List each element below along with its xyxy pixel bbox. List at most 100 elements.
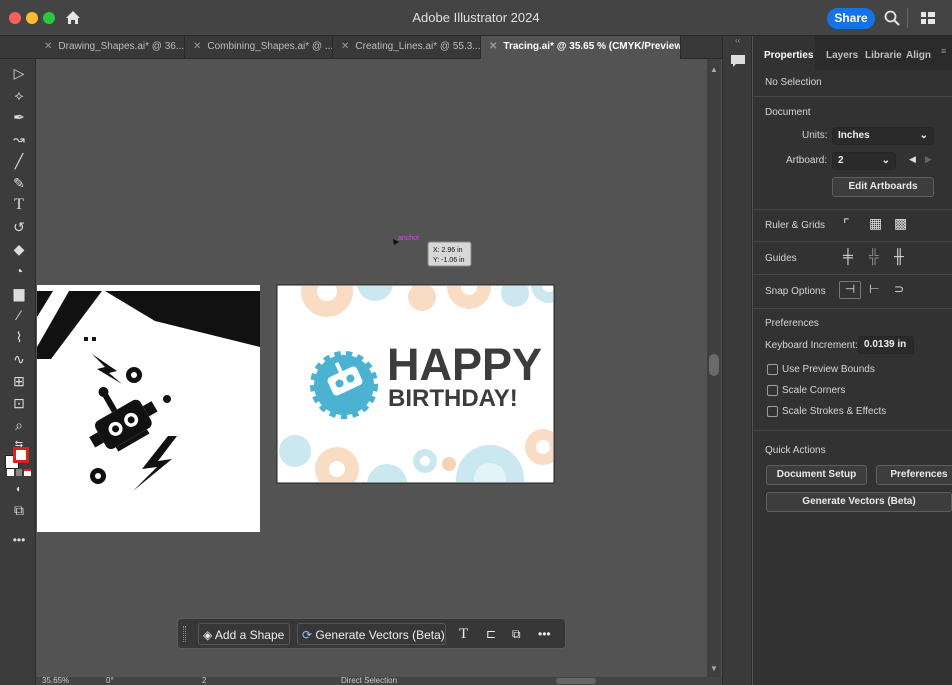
none-mode-button[interactable] — [24, 469, 32, 476]
scroll-up-icon[interactable]: ▲ — [710, 65, 718, 74]
close-tab-icon[interactable]: ✕ — [44, 36, 52, 58]
card-line-2: BIRTHDAY! — [388, 385, 518, 412]
canvas-area[interactable]: HAPPY BIRTHDAY! anchor X: 2.96 in Y: -1.… — [37, 59, 707, 679]
units-dropdown[interactable]: Inches ⌄ — [832, 127, 934, 145]
tab-tracing[interactable]: ✕ Tracing.ai* @ 35.65 % (CMYK/Preview) — [481, 36, 681, 59]
workspace-switcher-icon[interactable] — [921, 12, 935, 24]
vertical-scrollbar[interactable]: ▲ ▼ — [707, 59, 721, 677]
shape-builder-tool-icon[interactable]: ◔ — [8, 262, 30, 280]
rotation-value[interactable]: 0° — [106, 676, 114, 685]
artboard-tool-icon[interactable]: ⊡ — [8, 394, 30, 412]
keyboard-increment-input[interactable]: 0.0139 in — [858, 336, 914, 354]
anchor-smart-guide: anchor — [398, 235, 420, 242]
pen-tool-icon[interactable]: ✒ — [8, 108, 30, 126]
divider — [753, 308, 952, 309]
snap-to-glyph-icon[interactable]: ⊃ — [894, 282, 904, 296]
ruler-grids-label: Ruler & Grids — [765, 220, 826, 231]
close-tab-icon[interactable]: ✕ — [341, 36, 349, 58]
divider — [753, 274, 952, 275]
gear-robot-logo — [310, 351, 378, 419]
scale-corners-label: Scale Corners — [782, 385, 846, 396]
zoom-tool-icon[interactable]: ⌕ — [8, 416, 30, 434]
document-heading: Document — [765, 107, 811, 118]
close-tab-icon[interactable]: ✕ — [489, 36, 497, 58]
stroke-swatch[interactable] — [13, 447, 29, 463]
next-artboard-icon[interactable]: ▶ — [925, 154, 932, 165]
ruler-icon[interactable]: ⌜ — [843, 216, 850, 233]
eraser-tool-icon[interactable]: ◆ — [8, 240, 30, 258]
tab-drawing-shapes[interactable]: ✕ Drawing_Shapes.ai* @ 36... — [36, 36, 185, 59]
type-tool-icon[interactable]: T — [8, 196, 30, 214]
document-tab-bar: ✕ Drawing_Shapes.ai* @ 36... ✕ Combining_S… — [0, 36, 735, 59]
lock-guides-icon[interactable]: ╬ — [869, 248, 879, 264]
use-preview-bounds-checkbox[interactable] — [767, 364, 778, 375]
scroll-down-icon[interactable]: ▼ — [710, 664, 718, 673]
paintbrush-tool-icon[interactable]: ✎ — [8, 174, 30, 192]
image-trace-icon[interactable]: ⧉ — [512, 623, 521, 645]
artboard-navigator[interactable]: 2 — [202, 676, 206, 685]
previous-artboard-icon[interactable]: ◀ — [909, 154, 916, 165]
smart-guides-icon[interactable]: ╫ — [894, 248, 904, 264]
eyedropper-tool-icon[interactable]: ⌇ — [8, 328, 30, 346]
preferences-button[interactable]: Preferences — [876, 465, 952, 485]
zoom-level[interactable]: 35.65% — [42, 676, 69, 685]
panel-menu-icon[interactable]: ≡ — [941, 46, 946, 56]
title-bar: Adobe Illustrator 2024 Share — [0, 0, 952, 36]
artboards: HAPPY BIRTHDAY! anchor X: 2.96 in Y: -1.… — [37, 235, 567, 532]
rectangle-tool-icon[interactable]: ▆ — [8, 284, 30, 302]
edit-toolbar-icon[interactable]: ••• — [8, 531, 30, 549]
tab-layers[interactable]: Layers — [826, 50, 858, 61]
tab-properties[interactable]: Properties — [764, 50, 813, 61]
quick-actions-heading: Quick Actions — [765, 445, 826, 456]
snap-to-pixel-icon[interactable]: ⊢ — [869, 282, 879, 296]
direct-selection-tool-icon[interactable]: ⟡ — [8, 86, 30, 104]
selection-tool-icon[interactable]: ▷ — [8, 64, 30, 82]
type-icon[interactable]: T — [459, 623, 468, 645]
gradient-mode-button[interactable] — [15, 469, 23, 476]
crop-icon[interactable]: ⊏ — [486, 623, 496, 645]
drag-handle[interactable] — [183, 626, 186, 642]
share-button[interactable]: Share — [827, 8, 875, 29]
panel-dock: ‹‹ — [722, 36, 752, 685]
selection-state: No Selection — [765, 77, 822, 88]
tab-align[interactable]: Align — [906, 50, 931, 61]
grid-icon[interactable]: ▦ — [869, 215, 882, 232]
artboard-2[interactable]: HAPPY BIRTHDAY! — [276, 265, 567, 513]
tab-creating-lines[interactable]: ✕ Creating_Lines.ai* @ 55.3... — [333, 36, 481, 59]
scale-corners-checkbox[interactable] — [767, 385, 778, 396]
artboard-1[interactable] — [37, 285, 260, 532]
horizontal-scroll-thumb[interactable] — [556, 678, 596, 684]
tab-combining-shapes[interactable]: ✕ Combining_Shapes.ai* @ ... — [185, 36, 333, 59]
shape-icon: ◈ — [203, 628, 213, 642]
vertical-scroll-thumb[interactable] — [709, 354, 719, 376]
draw-mode-icon[interactable]: ◐ — [8, 481, 30, 499]
more-options-icon[interactable]: ••• — [538, 623, 551, 645]
document-setup-button[interactable]: Document Setup — [766, 465, 867, 485]
contextual-task-bar: ◈ Add a Shape ⟳ Generate Vectors (Beta) … — [177, 618, 566, 649]
line-tool-icon[interactable]: ╱ — [8, 152, 30, 170]
generate-vectors-panel-button[interactable]: Generate Vectors (Beta) — [766, 492, 952, 512]
color-mode-button[interactable] — [7, 469, 14, 476]
snap-to-point-icon[interactable]: ⊣ — [839, 281, 861, 299]
rotate-tool-icon[interactable]: ↺ — [8, 218, 30, 236]
transparency-grid-icon[interactable]: ▩ — [894, 215, 907, 232]
collapse-dock-icon[interactable]: ‹‹ — [735, 36, 740, 45]
search-icon[interactable] — [884, 10, 900, 26]
comments-icon[interactable] — [730, 54, 746, 68]
show-guides-icon[interactable]: ╪ — [843, 248, 853, 264]
artboard-dropdown[interactable]: 2 ⌄ — [832, 152, 896, 170]
add-shape-button[interactable]: ◈ Add a Shape — [198, 623, 290, 645]
screen-mode-icon[interactable]: ⧉ — [8, 501, 30, 519]
tools-panel: ▷ ⟡ ✒ ↝ ╱ ✎ T ↺ ◆ ◔ ▆ ⁄ ⌇ ∿ ⊞ ⊡ ⌕ ⇆ ◐ ⧉ … — [0, 59, 36, 685]
symbol-sprayer-tool-icon[interactable]: ⊞ — [8, 372, 30, 390]
divider — [753, 241, 952, 242]
curvature-tool-icon[interactable]: ↝ — [8, 130, 30, 148]
blob-brush-tool-icon[interactable]: ⁄ — [8, 306, 30, 324]
scale-strokes-checkbox[interactable] — [767, 406, 778, 417]
blend-tool-icon[interactable]: ∿ — [8, 350, 30, 368]
tab-libraries[interactable]: Librarie — [865, 50, 902, 61]
close-tab-icon[interactable]: ✕ — [193, 36, 201, 58]
edit-artboards-button[interactable]: Edit Artboards — [832, 177, 934, 197]
card-line-1: HAPPY — [387, 339, 542, 390]
generate-vectors-button[interactable]: ⟳ Generate Vectors (Beta) — [297, 623, 446, 645]
